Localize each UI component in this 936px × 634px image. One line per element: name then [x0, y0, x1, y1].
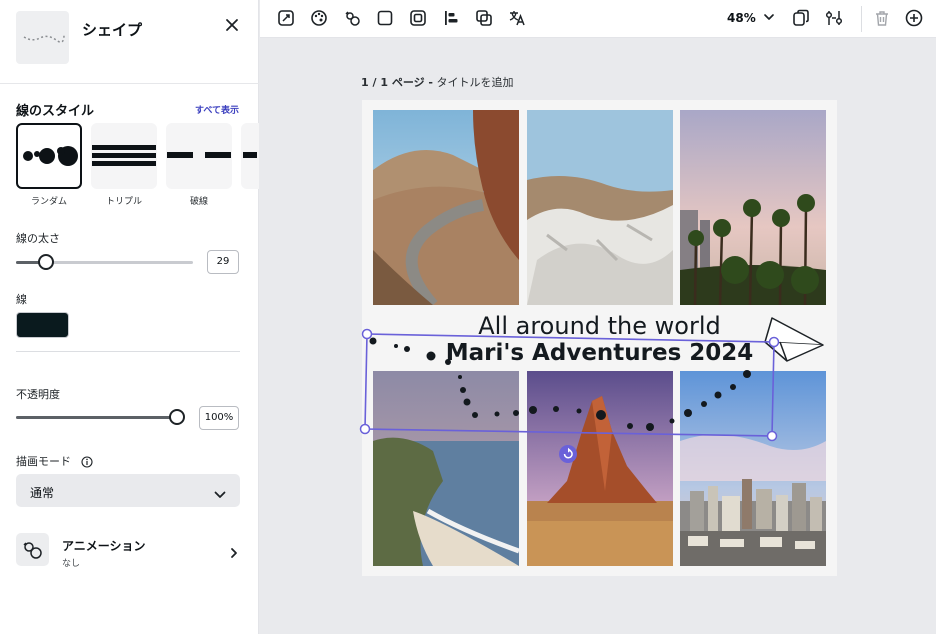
translate-icon[interactable] [507, 8, 527, 28]
panel-title: シェイプ [82, 21, 143, 39]
opacity-slider[interactable] [16, 409, 185, 425]
line-width-label: 線の太さ [16, 232, 60, 245]
opacity-slider-fill [16, 416, 177, 419]
animation-title: アニメーション [62, 539, 146, 553]
style-label-random: ランダム [30, 197, 67, 207]
chevron-down-icon [214, 485, 226, 504]
square-icon[interactable] [375, 8, 395, 28]
page-title-placeholder[interactable]: タイトルを追加 [437, 76, 514, 89]
style-option-dashed[interactable] [166, 123, 232, 189]
blend-mode-value: 通常 [30, 486, 55, 500]
resize-handle-top-right[interactable] [768, 336, 780, 348]
crop-icon[interactable] [276, 8, 296, 28]
style-label-triple: トリプル [105, 197, 142, 207]
add-icon[interactable] [904, 8, 924, 28]
panel-header: シェイプ [0, 0, 259, 84]
page-number: 1 / 1 ページ - [361, 76, 433, 89]
border-icon[interactable] [408, 8, 428, 28]
opacity-slider-thumb[interactable] [169, 409, 185, 425]
resize-handle-bottom-right[interactable] [766, 430, 778, 442]
line-style-options: ランダム トリプル 破線 [16, 123, 259, 208]
caption-line-1[interactable]: All around the world [362, 311, 837, 341]
opacity-label: 不透明度 [16, 388, 60, 401]
top-toolbar: 48% [260, 0, 936, 38]
blend-mode-label: 描画モード [16, 455, 71, 468]
color-palette-icon[interactable] [309, 8, 329, 28]
chevron-down-icon[interactable] [761, 9, 781, 29]
trash-icon[interactable] [872, 8, 892, 28]
opacity-input[interactable]: 100% [199, 406, 239, 430]
line-style-title: 線のスタイル [16, 104, 95, 119]
photo-shiprock[interactable] [527, 371, 673, 566]
photo-white-rocks[interactable] [527, 110, 673, 305]
chevron-right-icon [230, 544, 238, 563]
resize-handle-bottom-left[interactable] [359, 423, 371, 435]
rotate-handle[interactable] [559, 445, 577, 463]
animation-icon[interactable] [342, 8, 362, 28]
line-width-input[interactable]: 29 [207, 250, 239, 274]
line-width-slider[interactable] [16, 254, 193, 270]
toolbar-divider [861, 6, 862, 32]
style-label-dashed: 破線 [189, 197, 208, 207]
page-label: 1 / 1 ページ - タイトルを追加 [361, 74, 514, 90]
line-color-label: 線 [16, 293, 27, 306]
resize-handle-top-left[interactable] [361, 328, 373, 340]
photo-beach-cliffs[interactable] [373, 371, 519, 566]
info-icon[interactable] [81, 453, 93, 472]
animation-icon [16, 533, 49, 566]
adjust-icon[interactable] [824, 8, 844, 28]
photo-city[interactable] [680, 371, 826, 566]
close-icon[interactable] [222, 15, 242, 35]
divider [16, 351, 240, 352]
caption-line-2[interactable]: Mari's Adventures 2024 [362, 339, 837, 367]
photo-palm-trees[interactable] [680, 110, 826, 305]
animation-row[interactable]: アニメーション なし [16, 532, 244, 569]
zoom-level[interactable]: 48% [727, 11, 756, 25]
style-option-triple[interactable] [91, 123, 157, 189]
line-width-slider-thumb[interactable] [38, 254, 55, 270]
animation-subtitle: なし [62, 559, 81, 569]
show-all-link[interactable]: すべて表示 [195, 103, 239, 116]
blend-mode-select[interactable]: 通常 [16, 474, 240, 507]
align-icon[interactable] [441, 8, 461, 28]
photo-coastal-road[interactable] [373, 110, 519, 305]
style-option-more[interactable] [241, 123, 259, 189]
copy-icon[interactable] [791, 8, 811, 28]
line-color-swatch[interactable] [16, 312, 69, 338]
shape-thumbnail [16, 11, 69, 64]
shape-panel: シェイプ 線のスタイル すべて表示 ランダム トリプル 破線 線の太さ 29 線… [0, 0, 259, 634]
layers-icon[interactable] [474, 8, 494, 28]
style-option-random[interactable] [16, 123, 82, 189]
